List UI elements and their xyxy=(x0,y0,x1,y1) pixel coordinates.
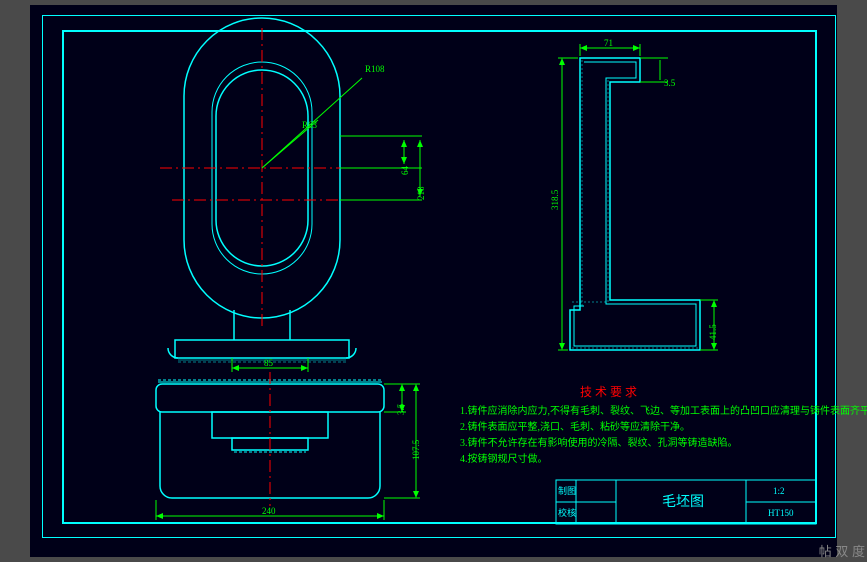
watermark: 帖 双 度 xyxy=(819,541,865,560)
dim-3-5: 3.5 xyxy=(396,403,406,415)
titleblock-check-by: 校核 xyxy=(558,507,576,518)
front-view xyxy=(160,18,364,362)
dim-85: 85 xyxy=(264,358,274,368)
titleblock-material: HT150 xyxy=(768,508,794,518)
tech-req-1: 1.铸件应消除内应力,不得有毛刺、裂纹、飞边、等加工表面上的凸凹口应清理与铸件表… xyxy=(460,404,867,417)
tech-req-title: 技 术 要 求 xyxy=(580,385,637,399)
dim-side-3185: 318.5 xyxy=(550,189,560,210)
dim-64: 64 xyxy=(400,166,410,176)
dim-107-5: 107.5 xyxy=(411,439,421,460)
tech-req-4: 4.按铸钢规尺寸做。 xyxy=(460,452,548,465)
dim-side-415: 41.5 xyxy=(708,324,718,340)
titleblock-title: 毛坯图 xyxy=(662,494,704,510)
dim-r63: R63 xyxy=(302,120,318,130)
cad-drawing: R108 R63 64 218 85 xyxy=(0,0,867,562)
titleblock-scale: 1:2 xyxy=(773,486,785,496)
dim-r108: R108 xyxy=(365,64,385,74)
dim-side-35: 3.5 xyxy=(664,78,676,88)
dim-side-71: 71 xyxy=(604,38,613,48)
side-view xyxy=(570,58,700,350)
bottom-view xyxy=(156,372,384,506)
tech-req-2: 2.铸件表面应平整,浇口、毛刺、粘砂等应清除干净。 xyxy=(460,420,690,433)
tech-req-3: 3.铸件不允许存在有影响使用的冷隔、裂纹、孔洞等铸造缺陷。 xyxy=(460,436,738,449)
dim-240: 240 xyxy=(262,506,276,516)
titleblock-made-by: 制图 xyxy=(558,485,576,496)
dim-218: 218 xyxy=(416,186,426,200)
dim-64-218 xyxy=(340,136,423,200)
